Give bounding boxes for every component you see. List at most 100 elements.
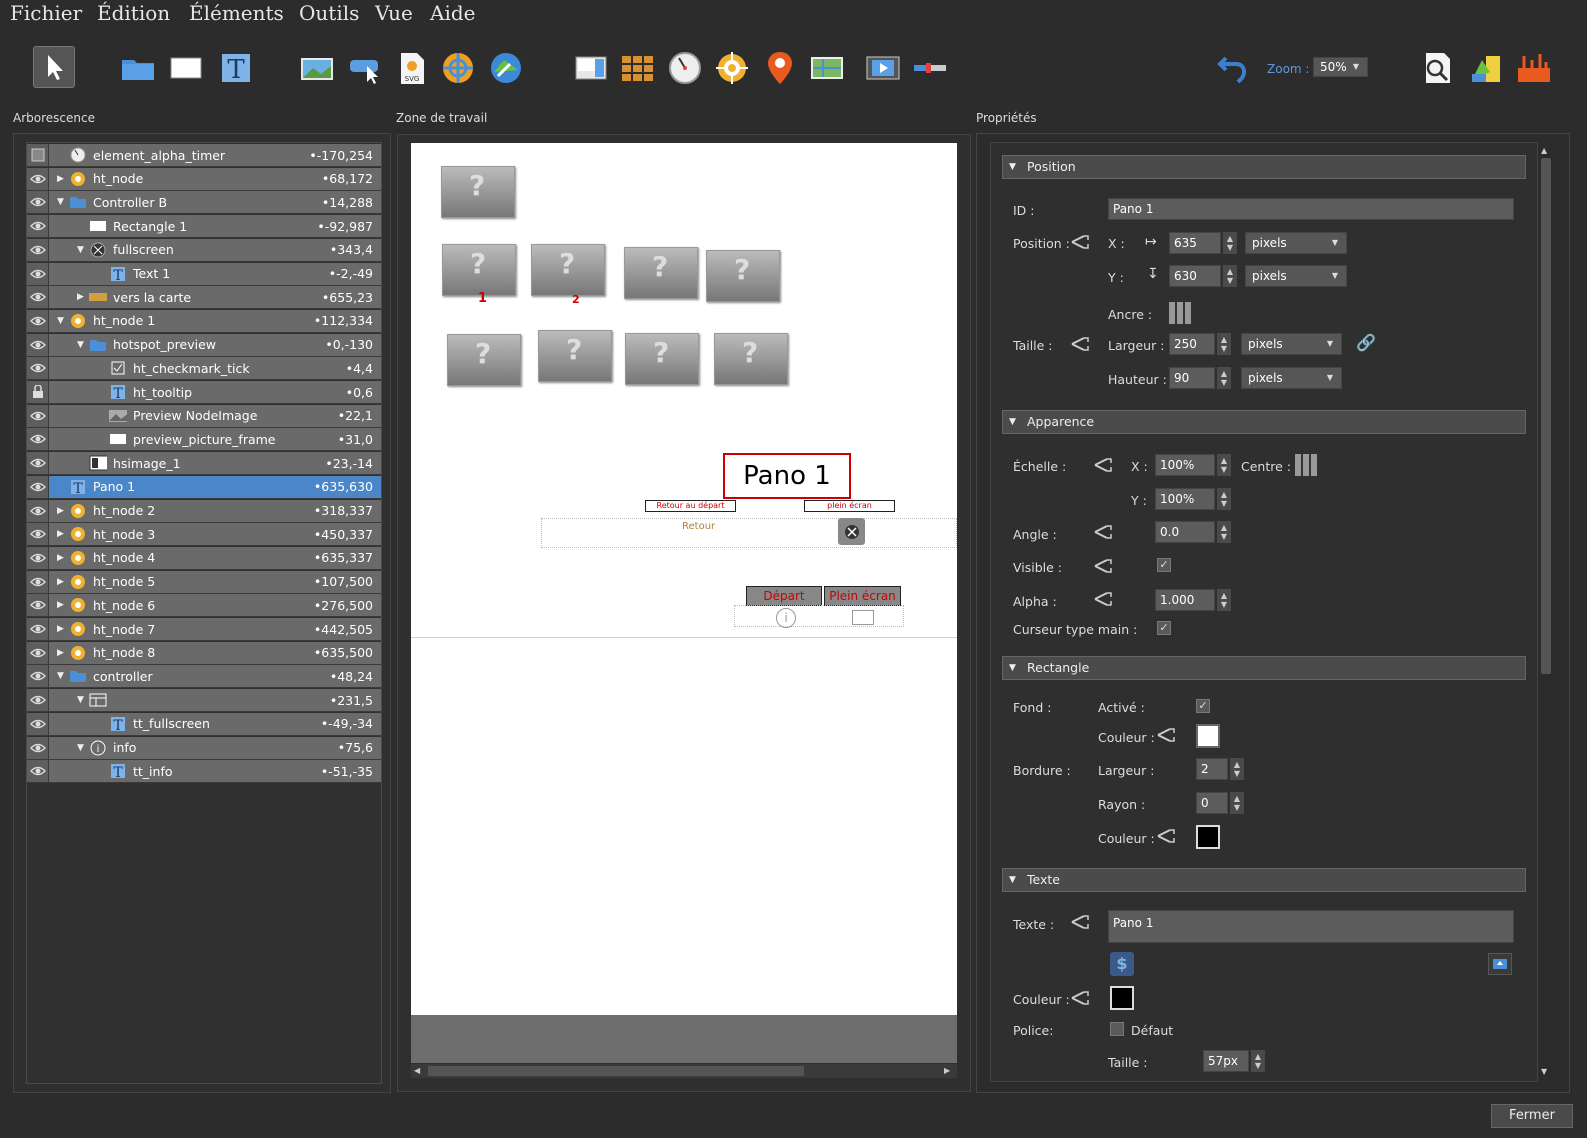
window-icon[interactable]	[852, 610, 874, 625]
eye-icon[interactable]	[27, 286, 49, 309]
preview-icon[interactable]	[1417, 48, 1457, 88]
share-icon[interactable]	[1093, 457, 1113, 473]
tree-row[interactable]: ▼ •231,5	[27, 689, 381, 713]
close-button[interactable]: Fermer	[1491, 1104, 1573, 1128]
eye-icon[interactable]	[27, 191, 49, 214]
fullscreen-button-icon[interactable]	[838, 518, 865, 545]
timer-tool-icon[interactable]	[665, 48, 705, 88]
section-rectangle[interactable]: Rectangle	[1002, 656, 1526, 680]
eye-icon[interactable]	[27, 238, 49, 261]
text-input[interactable]: Pano 1	[1108, 910, 1514, 943]
menu-elements[interactable]: Éléments	[189, 0, 284, 26]
border-width-spinner[interactable]: ▲ ▼	[1230, 758, 1244, 780]
tree-view[interactable]: element_alpha_timer •-170,254 ▶ ht_node •68,…	[26, 142, 382, 1084]
grid-tool-icon[interactable]	[618, 48, 658, 88]
eye-icon[interactable]	[27, 689, 49, 712]
collapse-arrow-icon[interactable]: ▼	[77, 743, 84, 753]
eye-icon[interactable]	[27, 357, 49, 380]
canvas-extended[interactable]	[411, 639, 957, 1015]
eye-icon[interactable]	[27, 618, 49, 640]
node-thumbnail[interactable]: ?	[538, 330, 612, 382]
share-icon[interactable]	[1156, 727, 1176, 743]
retour-depart-element[interactable]: Retour au départ	[645, 500, 736, 512]
eye-icon[interactable]	[27, 760, 49, 783]
id-input[interactable]: Pano 1	[1108, 198, 1514, 220]
eye-icon[interactable]	[27, 262, 49, 285]
scale-y-spinner[interactable]: ▲ ▼	[1217, 488, 1231, 510]
angle-input[interactable]: 0.0	[1155, 521, 1215, 543]
window-tool-icon[interactable]	[571, 48, 611, 88]
tree-row[interactable]: ▶ ht_node 4 •635,337	[27, 546, 381, 570]
plein-ecran-button[interactable]: Plein écran	[824, 586, 901, 606]
expand-arrow-icon[interactable]: ▶	[57, 600, 64, 610]
node-thumbnail[interactable]: ?	[706, 250, 780, 302]
expand-arrow-icon[interactable]: ▶	[57, 624, 64, 634]
hotspot-tool-icon[interactable]	[712, 48, 752, 88]
tree-row[interactable]: Ttt_info •-51,-35	[27, 760, 381, 784]
eye-icon[interactable]	[27, 546, 49, 569]
section-appearance[interactable]: Apparence	[1002, 410, 1526, 434]
eye-icon[interactable]	[27, 712, 49, 735]
menu-fichier[interactable]: Fichier	[10, 0, 82, 26]
y-input[interactable]: 630	[1169, 265, 1221, 287]
tree-row[interactable]: ▶ ht_node 7 •442,505	[27, 618, 381, 641]
scroll-left-icon[interactable]: ◀	[414, 1066, 420, 1075]
scroll-down-icon[interactable]: ▼	[1541, 1067, 1547, 1076]
collapse-arrow-icon[interactable]: ▼	[57, 671, 64, 681]
node-thumbnail[interactable]: ?	[625, 333, 699, 385]
expand-arrow-icon[interactable]: ▶	[57, 648, 64, 658]
share-icon[interactable]	[1093, 558, 1113, 574]
retour-container[interactable]	[541, 518, 957, 548]
y-unit-select[interactable]: pixels	[1245, 265, 1347, 287]
link-icon[interactable]: 🔗	[1356, 333, 1376, 352]
share-icon[interactable]	[1093, 524, 1113, 540]
font-size-spinner[interactable]: ▲ ▼	[1251, 1050, 1265, 1072]
expand-arrow-icon[interactable]: ▶	[57, 506, 64, 516]
eye-icon[interactable]	[27, 665, 49, 688]
x-spinner[interactable]: ▲ ▼	[1223, 232, 1237, 254]
zoom-select[interactable]: 50%	[1313, 57, 1368, 77]
tree-row[interactable]: ▶ ht_node 6 •276,500	[27, 594, 381, 618]
text-tool-icon[interactable]: T	[216, 48, 256, 88]
cursor-checkbox[interactable]: ✓	[1157, 621, 1171, 635]
eye-icon[interactable]	[27, 215, 49, 238]
node-thumbnail[interactable]: ?	[714, 333, 788, 385]
tools-icon[interactable]	[1514, 48, 1554, 88]
eye-icon[interactable]	[27, 570, 49, 593]
collapse-arrow-icon[interactable]: ▼	[57, 316, 64, 326]
x-input[interactable]: 635	[1169, 232, 1221, 254]
node-thumbnail[interactable]: ?	[624, 247, 698, 299]
horizontal-scroll-thumb[interactable]	[428, 1066, 804, 1076]
text-align-icon[interactable]	[1488, 953, 1512, 975]
tree-row[interactable]: ▶ vers la carte •655,23	[27, 286, 381, 310]
tree-row[interactable]: T Pano 1 •635,630	[27, 475, 381, 499]
eye-icon[interactable]	[27, 475, 49, 498]
width-spinner[interactable]: ▲ ▼	[1217, 333, 1231, 355]
info-icon[interactable]: i	[776, 608, 796, 628]
anchor-grid-icon[interactable]	[1169, 302, 1191, 324]
tree-row[interactable]: element_alpha_timer •-170,254	[27, 144, 381, 167]
tree-row[interactable]: hsimage_1 •23,-14	[27, 452, 381, 476]
eye-icon[interactable]	[27, 428, 49, 451]
map-pin-tool-icon[interactable]	[760, 48, 800, 88]
share-icon[interactable]	[1070, 234, 1090, 250]
eye-icon[interactable]	[27, 452, 49, 475]
button-tool-icon[interactable]	[345, 48, 385, 88]
folder-tool-icon[interactable]	[118, 48, 158, 88]
tree-row[interactable]: Rectangle 1 •-92,987	[27, 215, 381, 239]
tree-row[interactable]: ▼ i info •75,6	[27, 736, 381, 760]
tree-row[interactable]: preview_picture_frame •31,0	[27, 428, 381, 452]
menu-edition[interactable]: Édition	[97, 0, 170, 26]
font-size-input[interactable]: 57px	[1203, 1050, 1249, 1072]
node-thumbnail[interactable]: ?	[442, 244, 516, 296]
collapse-arrow-icon[interactable]: ▼	[77, 245, 84, 255]
height-unit-select[interactable]: pixels	[1241, 367, 1342, 389]
height-input[interactable]: 90	[1169, 367, 1215, 389]
collapse-arrow-icon[interactable]: ▼	[57, 197, 64, 207]
share-icon[interactable]	[1070, 336, 1090, 352]
alpha-input[interactable]: 1.000	[1155, 589, 1215, 611]
eye-icon[interactable]	[27, 499, 49, 522]
scroll-right-icon[interactable]: ▶	[944, 1066, 950, 1075]
eye-icon[interactable]	[27, 309, 49, 332]
image-tool-icon[interactable]	[297, 48, 337, 88]
